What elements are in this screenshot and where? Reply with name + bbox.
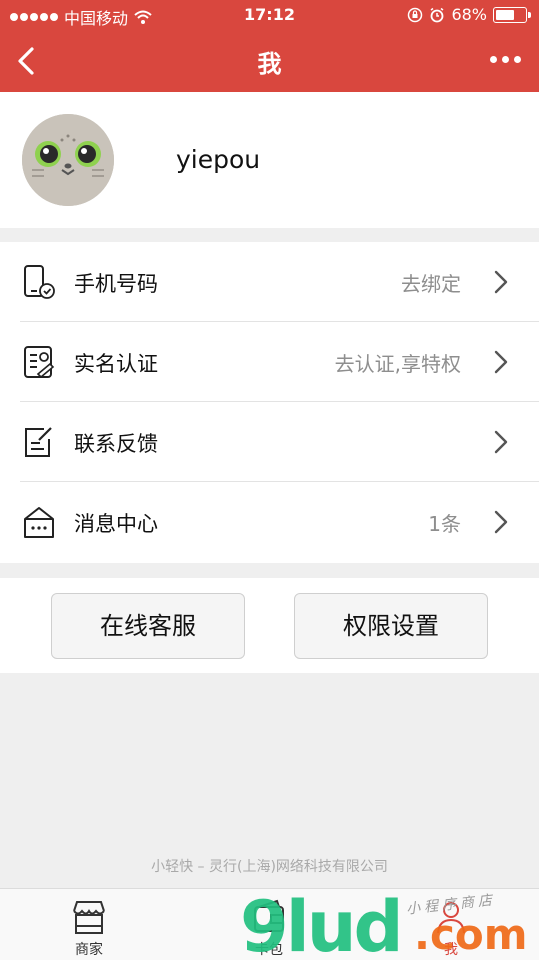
page-title: 我 [257,50,282,78]
status-bar: 中国移动 17:12 68% [0,0,539,30]
person-icon [437,902,465,934]
chevron-right-icon [494,270,508,294]
avatar[interactable] [22,114,114,206]
tab-label: 我 [444,942,458,958]
username: yiepou [176,145,261,174]
menu-item-value: 1条 [428,512,461,536]
chevron-right-icon [494,430,508,454]
company-footer: 小轻快 – 灵行(上海)网络科技有限公司 [151,859,388,875]
cat-avatar-icon [22,114,114,206]
more-dots-icon[interactable] [490,56,521,63]
profile-card[interactable]: yiepou [0,92,539,228]
online-service-button[interactable]: 在线客服 [51,593,245,659]
menu-item-label: 实名认证 [74,352,158,376]
permission-settings-button[interactable]: 权限设置 [294,593,488,659]
tab-label: 卡包 [255,942,283,958]
menu-item-messages[interactable]: 消息中心 1条 [0,482,539,562]
chevron-right-icon [494,350,508,374]
id-card-icon [24,346,55,379]
alarm-icon [430,7,444,22]
menu-item-phone[interactable]: 手机号码 去绑定 [0,242,539,322]
tab-label: 商家 [75,942,103,958]
phone-check-icon [24,265,55,299]
menu-item-realname[interactable]: 实名认证 去认证,享特权 [0,322,539,402]
edit-note-icon [25,427,52,457]
menu-item-feedback[interactable]: 联系反馈 [0,402,539,482]
menu-item-label: 联系反馈 [74,432,158,456]
menu-item-value: 去绑定 [401,272,461,296]
chevron-right-icon [494,510,508,534]
tab-shop[interactable]: 商家 [39,895,139,958]
menu-item-label: 消息中心 [74,512,158,536]
battery-percent: 68% [451,5,487,24]
store-icon [73,901,105,934]
action-area: 在线客服 权限设置 [0,578,539,673]
tab-card-wallet[interactable]: 卡包 [219,895,319,958]
rotation-lock-icon [408,7,423,22]
battery-icon [493,6,531,23]
tab-bar: 商家 卡包 我 [0,888,539,960]
wallet-icon [254,899,284,932]
tab-me[interactable]: 我 [401,895,501,958]
menu-list: 手机号码 去绑定 实名认证 去认证,享特权 联系反馈 消息中心 1条 [0,242,539,563]
menu-item-label: 手机号码 [74,272,158,296]
message-box-icon [24,507,54,538]
menu-item-value: 去认证,享特权 [334,352,461,376]
nav-bar: 我 [0,30,539,92]
